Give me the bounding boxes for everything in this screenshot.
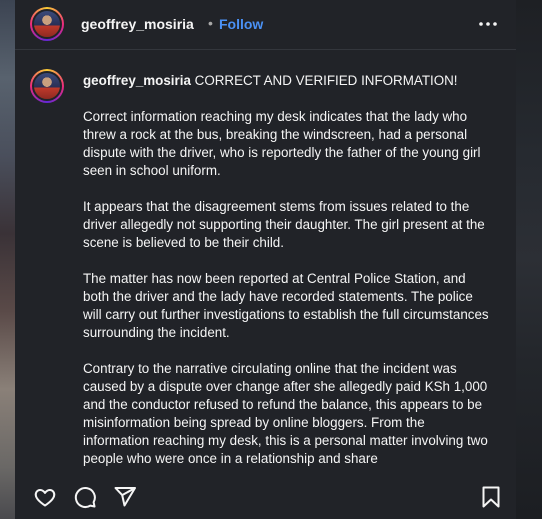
caption-text: geoffrey_mosiria CORRECT AND VERIFIED IN… <box>83 72 493 470</box>
caption-paragraph: Correct information reaching my desk ind… <box>83 109 481 178</box>
caption-paragraph: The matter has now been reported at Cent… <box>83 271 489 340</box>
background-left-edge <box>0 0 15 519</box>
caption-paragraph: It appears that the disagreement stems f… <box>83 199 485 250</box>
author-avatar[interactable] <box>30 7 64 41</box>
follow-button[interactable]: Follow <box>219 16 263 32</box>
bookmark-icon[interactable] <box>479 485 503 509</box>
caption-author-avatar[interactable] <box>30 69 64 103</box>
comment-icon[interactable] <box>73 485 97 509</box>
caption-username[interactable]: geoffrey_mosiria <box>83 73 191 88</box>
heart-icon[interactable] <box>33 485 57 509</box>
author-username[interactable]: geoffrey_mosiria <box>81 16 194 32</box>
post-panel: geoffrey_mosiria • Follow geoffrey_mosir… <box>15 0 516 519</box>
background-right-edge <box>516 0 542 519</box>
post-caption: geoffrey_mosiria CORRECT AND VERIFIED IN… <box>15 50 516 470</box>
separator-dot: • <box>208 15 213 31</box>
post-header: geoffrey_mosiria • Follow <box>15 0 516 50</box>
share-icon[interactable] <box>113 485 137 509</box>
caption-paragraph: Contrary to the narrative circulating on… <box>83 361 488 466</box>
action-bar <box>15 470 516 519</box>
more-options-icon[interactable] <box>477 13 499 35</box>
caption-headline: CORRECT AND VERIFIED INFORMATION! <box>194 73 458 88</box>
